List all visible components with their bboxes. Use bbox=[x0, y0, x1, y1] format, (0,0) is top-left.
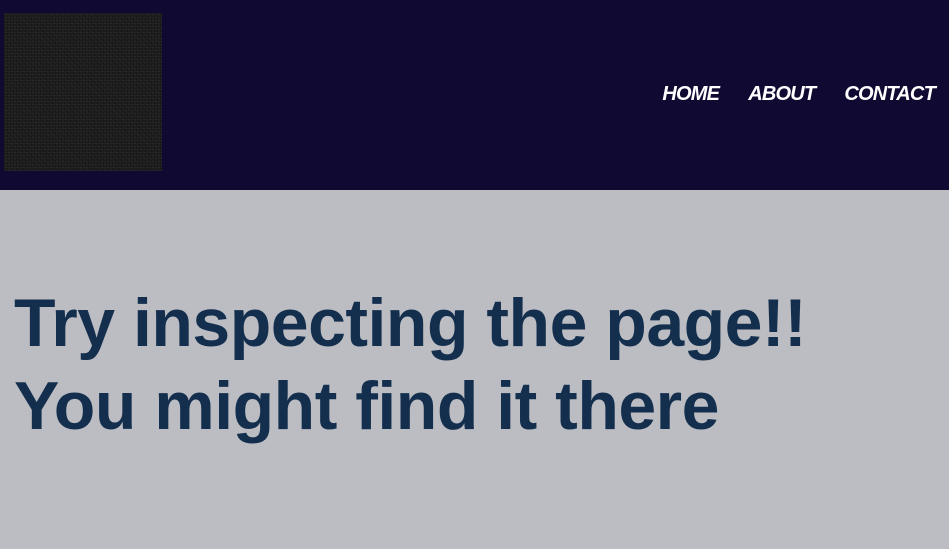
nav-about-link[interactable]: ABOUT bbox=[748, 80, 816, 108]
main-nav: HOME ABOUT CONTACT bbox=[662, 80, 935, 108]
hero-heading: Try inspecting the page!! You might find… bbox=[14, 285, 807, 444]
nav-home-link[interactable]: HOME bbox=[662, 80, 720, 108]
site-header: HOME ABOUT CONTACT bbox=[0, 0, 949, 190]
nav-contact-link[interactable]: CONTACT bbox=[844, 80, 935, 108]
logo-image bbox=[4, 13, 162, 171]
